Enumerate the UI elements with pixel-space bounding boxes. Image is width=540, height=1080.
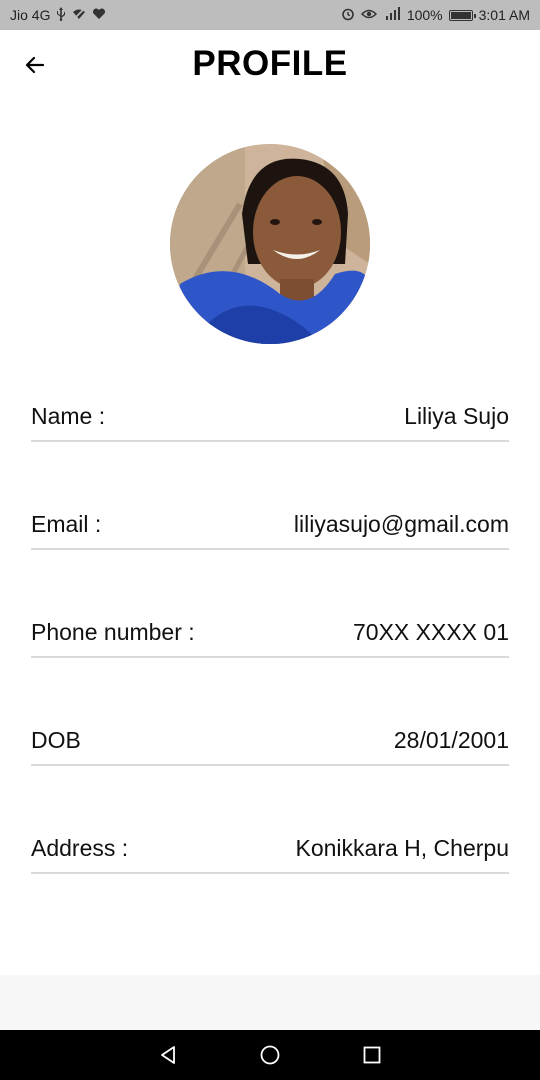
app-header: PROFILE [0, 30, 540, 102]
back-triangle-icon [161, 1046, 175, 1064]
recents-square-icon [363, 1046, 381, 1064]
email-row: Email : liliyasujo@gmail.com [31, 490, 509, 550]
address-value: Konikkara H, Cherpu [295, 835, 510, 861]
eye-icon [360, 9, 377, 21]
name-row: Name : Liliya Sujo [31, 382, 509, 442]
phone-label: Phone number : [31, 619, 195, 645]
address-label: Address : [31, 835, 129, 861]
status-bar: Jio 4G 100% 3:01 AM [0, 0, 540, 30]
email-value: liliyasujo@gmail.com [293, 511, 509, 537]
system-nav-bar [0, 1030, 540, 1080]
battery-icon [448, 9, 476, 21]
name-value: Liliya Sujo [404, 403, 509, 429]
name-label: Name : [31, 403, 106, 429]
status-bar-right: 100% 3:01 AM [341, 7, 530, 23]
clock: 3:01 AM [478, 7, 530, 23]
email-label: Email : [31, 511, 102, 537]
battery-percent: 100% [406, 7, 443, 23]
alarm-icon [341, 7, 355, 23]
wifi-off-icon [72, 8, 86, 22]
signal-4g-icon [383, 7, 401, 23]
phone-value: 70XX XXXX 01 [353, 619, 509, 645]
address-row: Address : Konikkara H, Cherpu [31, 814, 509, 874]
dob-label: DOB [31, 727, 81, 753]
dob-value: 28/01/2001 [393, 727, 509, 753]
page-title: PROFILE [192, 44, 348, 83]
nav-recents-button[interactable] [360, 1043, 384, 1067]
profile-avatar [170, 144, 370, 344]
profile-photo [170, 144, 370, 344]
nav-home-button[interactable] [258, 1043, 282, 1067]
phone-row: Phone number : 70XX XXXX 01 [31, 598, 509, 658]
carrier-label: Jio 4G [10, 7, 51, 23]
status-bar-left: Jio 4G [10, 7, 106, 23]
home-circle-icon [260, 1045, 280, 1065]
heart-icon [92, 8, 106, 22]
bottom-strip [0, 975, 540, 1030]
nav-back-button[interactable] [156, 1043, 180, 1067]
dob-row: DOB 28/01/2001 [31, 706, 509, 766]
usb-icon [56, 7, 66, 23]
